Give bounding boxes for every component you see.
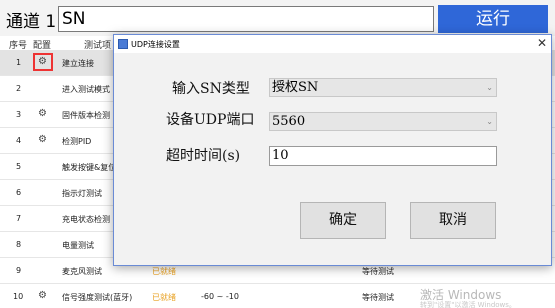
- dialog-title: UDP连接设置: [131, 40, 180, 49]
- row-index: 2: [16, 84, 22, 93]
- dialog-titlebar[interactable]: UDP连接设置 ✕: [114, 35, 551, 53]
- gear-icon[interactable]: ⚙: [38, 56, 47, 67]
- run-button[interactable]: 运行: [438, 5, 548, 33]
- timeout-input[interactable]: 10: [269, 146, 497, 166]
- sn-input[interactable]: SN: [58, 6, 434, 32]
- udp-port-value: 5560: [272, 114, 306, 129]
- app-icon: [118, 39, 128, 49]
- channel-label: 通道 1: [6, 12, 57, 32]
- row-status: 已就绪: [152, 267, 176, 276]
- activation-watermark-subtext: 转到"设置"以激活 Windows。: [420, 301, 516, 308]
- row-value-range: -60 ~ -10: [201, 292, 239, 301]
- row-index: 6: [16, 188, 22, 197]
- row-test-name: 指示灯测试: [62, 189, 102, 198]
- sn-type-label: 输入SN类型: [172, 81, 250, 97]
- sn-type-value: 授权SN: [272, 80, 319, 95]
- row-test-name: 充电状态检测: [62, 215, 110, 224]
- timeout-label: 超时时间(s): [166, 148, 241, 164]
- gear-icon[interactable]: ⚙: [38, 290, 47, 301]
- row-result: 等待测试: [362, 267, 394, 276]
- row-index: 9: [16, 266, 22, 275]
- row-index: 1: [16, 58, 22, 67]
- row-index: 8: [16, 240, 22, 249]
- row-result: 等待测试: [362, 293, 394, 302]
- row-index: 4: [16, 136, 22, 145]
- gear-icon[interactable]: ⚙: [38, 134, 47, 145]
- cancel-button[interactable]: 取消: [410, 202, 496, 239]
- close-icon[interactable]: ✕: [537, 36, 547, 50]
- row-test-name: 电量测试: [62, 241, 94, 250]
- row-test-name: 检测PID: [62, 137, 92, 146]
- sn-type-select[interactable]: 授权SN ⌄: [269, 78, 497, 97]
- row-index: 5: [16, 162, 22, 171]
- row-test-name: 信号强度测试(蓝牙): [62, 293, 133, 302]
- top-bar: 通道 1 SN 运行: [0, 0, 555, 36]
- chevron-down-icon: ⌄: [486, 117, 493, 126]
- row-index: 10: [13, 292, 24, 301]
- udp-port-select[interactable]: 5560 ⌄: [269, 112, 497, 131]
- row-test-name: 进入测试模式: [62, 85, 110, 94]
- row-test-name: 建立连接: [62, 59, 94, 68]
- gear-icon[interactable]: ⚙: [38, 108, 47, 119]
- ok-button[interactable]: 确定: [300, 202, 386, 239]
- row-status: 已就绪: [152, 293, 176, 302]
- chevron-down-icon: ⌄: [486, 83, 493, 92]
- row-index: 7: [16, 214, 22, 223]
- row-test-name: 固件版本检测: [62, 111, 110, 120]
- row-index: 3: [16, 110, 22, 119]
- udp-port-label: 设备UDP端口: [166, 112, 255, 128]
- udp-settings-dialog: UDP连接设置 ✕ 输入SN类型 授权SN ⌄ 设备UDP端口 5560 ⌄ 超…: [113, 34, 552, 266]
- row-test-name: 麦克风测试: [62, 267, 102, 276]
- row-test-name: 触发按键&复位: [62, 163, 117, 172]
